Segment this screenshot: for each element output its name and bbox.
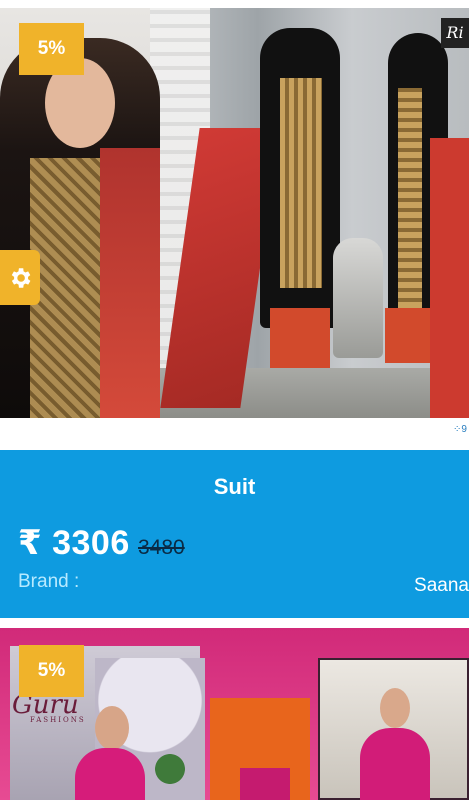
original-price: 3480 <box>138 536 185 559</box>
brand-value: Saana <box>414 575 469 596</box>
photo-embroidery <box>398 88 422 318</box>
photo-logo-subtext: FASHIONS <box>30 716 86 724</box>
photo-logo: Ri <box>441 18 469 48</box>
photo-face <box>380 688 410 728</box>
photo-embroidery <box>30 158 100 418</box>
photo-pants <box>270 308 330 368</box>
photo-dupatta <box>100 148 160 418</box>
photo-embroidery <box>280 78 322 288</box>
photo-model <box>240 768 290 800</box>
discount-badge: 5% <box>19 23 84 75</box>
watermark: ⁘9 <box>453 424 467 435</box>
gear-icon <box>11 267 31 288</box>
photo-face <box>95 706 129 750</box>
brand-label: Brand : <box>18 571 80 592</box>
photo-urn <box>333 238 383 358</box>
settings-button[interactable] <box>0 250 40 305</box>
photo-model <box>360 728 430 800</box>
product-info-panel[interactable]: Suit ₹ 3306 3480 Brand : Saana <box>0 450 469 618</box>
photo-model <box>75 748 145 800</box>
product-card[interactable]: Ri 5% ⁘9 Suit ₹ 3306 3480 Brand : Saana <box>0 0 469 620</box>
discount-badge: 5% <box>19 645 84 697</box>
photo-dupatta <box>430 138 469 418</box>
product-title: Suit <box>213 474 256 499</box>
photo-plant <box>150 738 190 800</box>
product-price: ₹ 3306 <box>18 524 130 562</box>
